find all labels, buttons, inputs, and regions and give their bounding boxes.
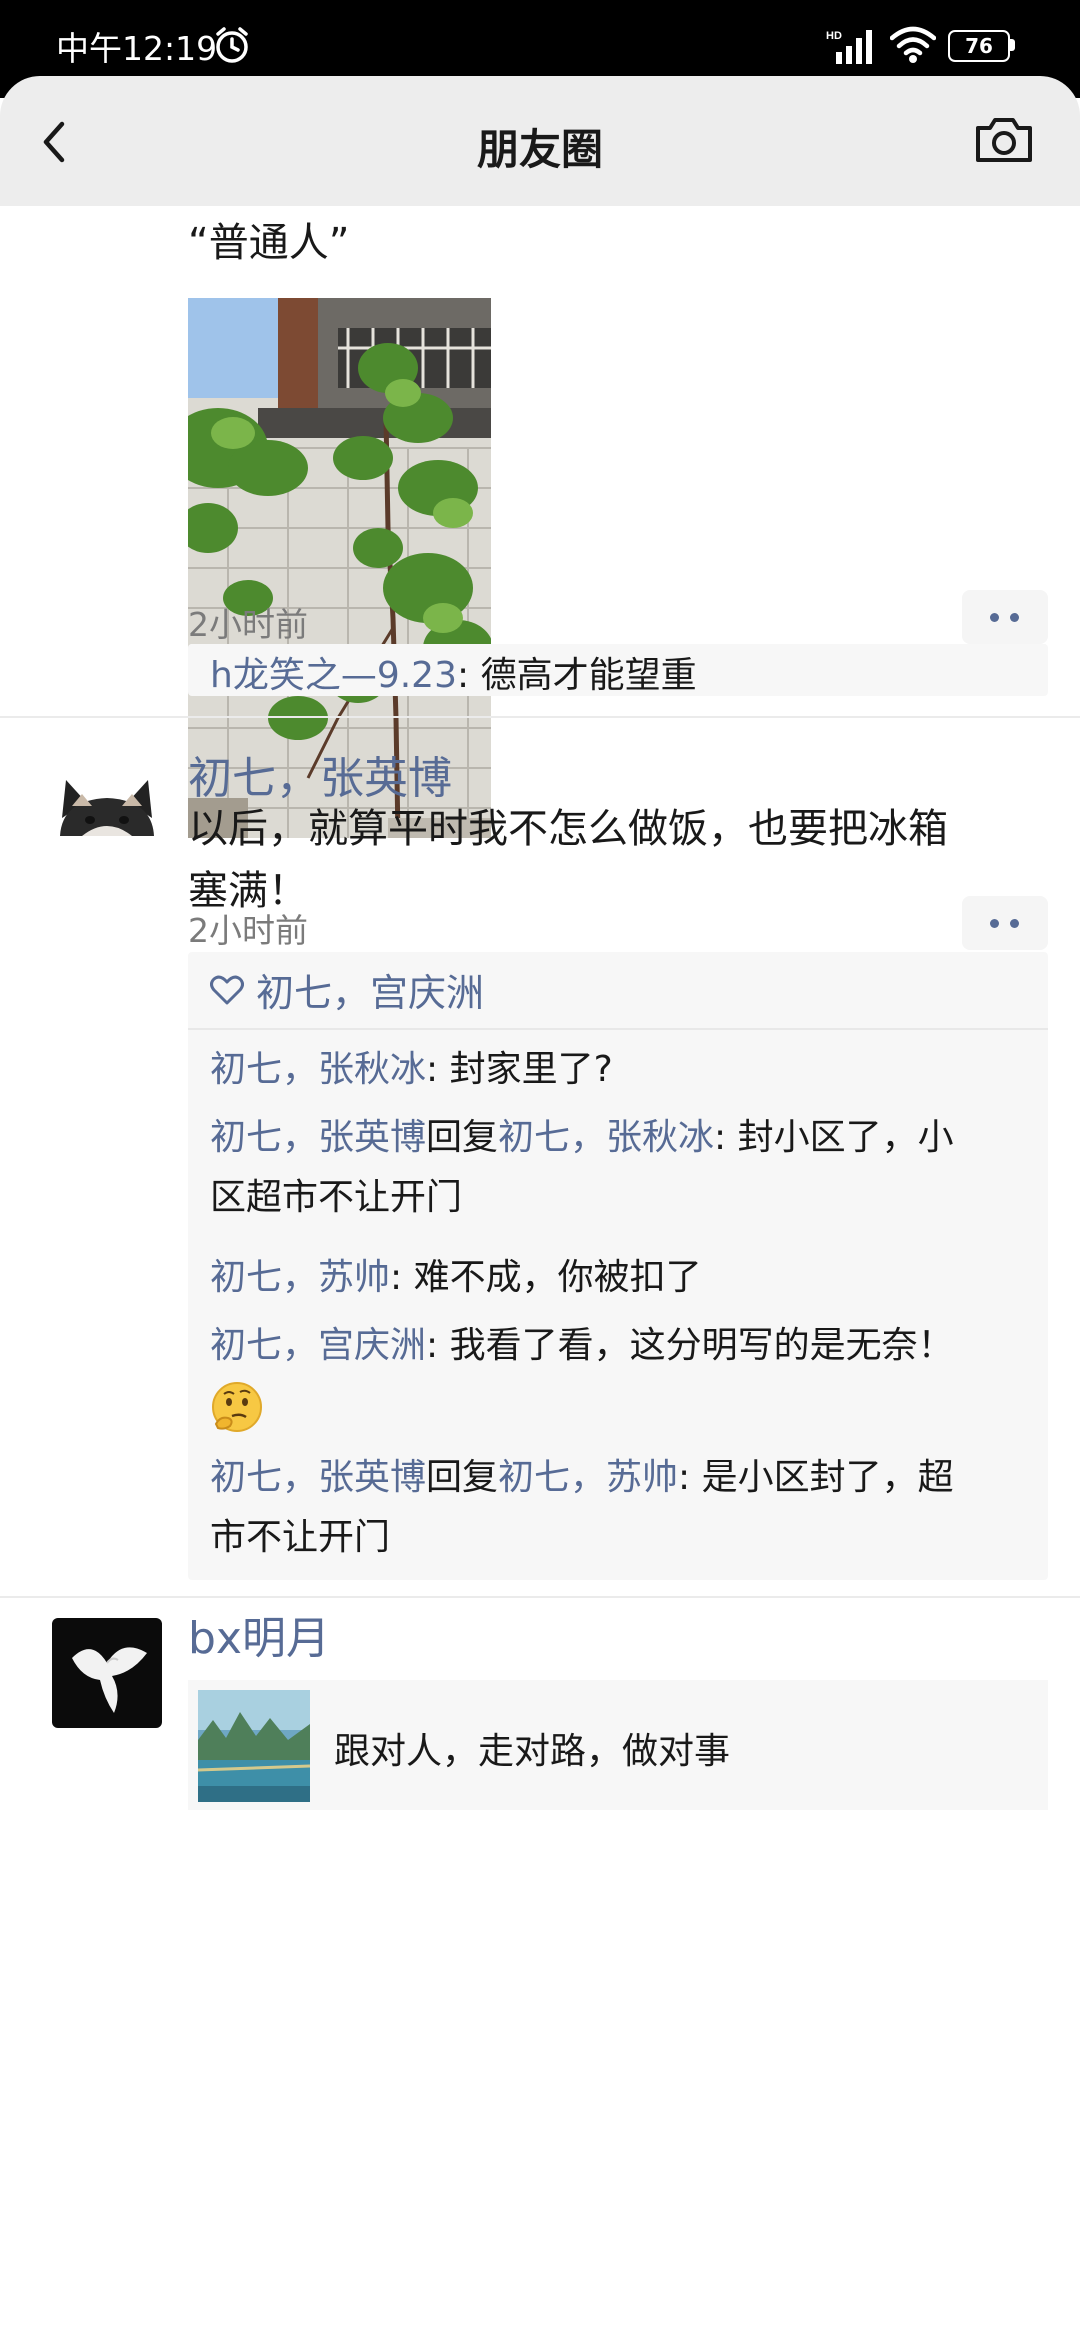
- thinking-emoji: [212, 1382, 262, 1432]
- avatar[interactable]: [52, 758, 162, 868]
- post-divider: [0, 1596, 1080, 1598]
- post-author[interactable]: 初七，张英博: [188, 742, 452, 806]
- share-card[interactable]: 跟对人，走对路，做对事: [188, 1680, 1048, 1810]
- wifi-icon: [890, 26, 936, 63]
- heart-icon: [210, 975, 244, 1005]
- comment-text: 德高才能望重: [480, 655, 697, 696]
- signal-icon: HD: [826, 30, 872, 64]
- comments-box: 初七，宫庆洲 初七，张秋冰: 封家里了? 初七，张英博回复初七，张秋冰: 封小区…: [188, 952, 1048, 1580]
- avatar[interactable]: [52, 1618, 162, 1728]
- nav-bar: 朋友圈: [0, 76, 1080, 206]
- moments-feed[interactable]: “普通人” 2小时前 h龙笑之—9.23: 德高才能望重 初七，张英博 以后，就…: [0, 206, 1080, 2340]
- comment-item[interactable]: 初七，张秋冰: 封家里了?: [210, 1040, 1030, 1100]
- comment-item[interactable]: 初七，苏帅: 难不成，你被扣了: [210, 1248, 1030, 1308]
- post-author[interactable]: bx明月: [188, 1602, 330, 1666]
- comment-item[interactable]: h龙笑之—9.23: 德高才能望重: [210, 646, 1030, 706]
- comment-item[interactable]: 初七，张英博回复初七，张秋冰: 封小区了，小 区超市不让开门: [210, 1108, 1030, 1228]
- post-time: 2小时前: [188, 911, 308, 950]
- page-title: 朋友圈: [476, 125, 603, 174]
- alarm-icon: [216, 27, 248, 63]
- post-time: 2小时前: [188, 605, 308, 644]
- likes-row: 初七，宫庆洲: [188, 952, 1048, 1030]
- battery-level: 76: [948, 30, 1010, 62]
- more-dots-icon: [990, 613, 999, 622]
- more-button[interactable]: [962, 896, 1048, 950]
- post-text: “普通人”: [188, 220, 350, 266]
- signal-hd-label: HD: [826, 30, 842, 42]
- comment-author[interactable]: h龙笑之—9.23: [210, 655, 457, 696]
- battery-icon: 76: [948, 30, 1016, 62]
- likes-names[interactable]: 初七，宫庆洲: [256, 962, 484, 1017]
- camera-icon[interactable]: [974, 114, 1034, 166]
- more-button[interactable]: [962, 590, 1048, 644]
- comment-item[interactable]: 初七，宫庆洲: 我看了看，这分明写的是无奈！: [210, 1316, 1030, 1436]
- more-dots-icon: [990, 919, 999, 928]
- comment-item[interactable]: 初七，张英博回复初七，苏帅: 是小区封了，超 市不让开门: [210, 1448, 1030, 1568]
- share-title: 跟对人，走对路，做对事: [334, 1731, 731, 1772]
- status-time: 中午12:19: [56, 29, 218, 68]
- post-divider: [0, 716, 1080, 718]
- share-thumbnail: [198, 1690, 310, 1802]
